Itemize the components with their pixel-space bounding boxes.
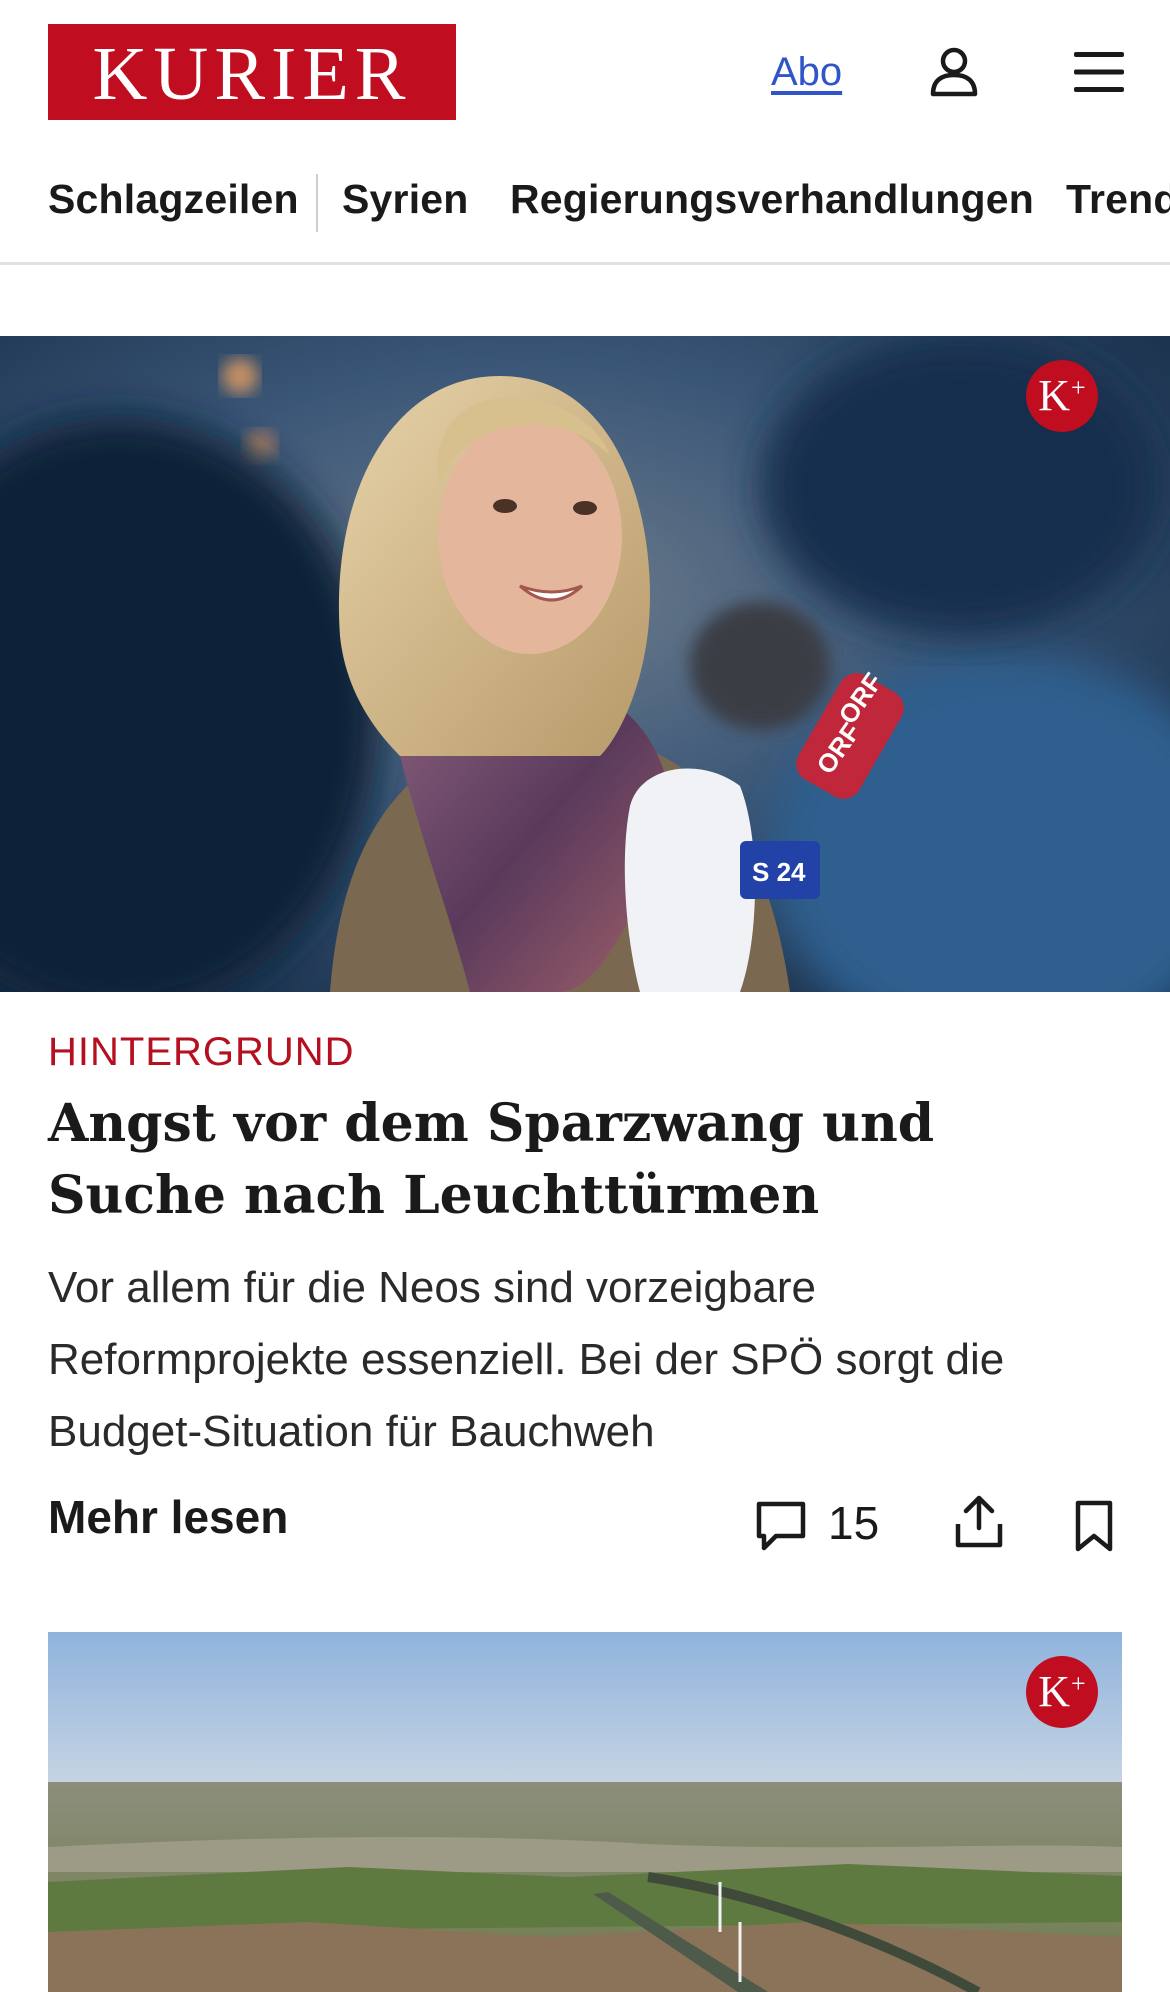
premium-badge-second: K + bbox=[1026, 1656, 1098, 1728]
hero-photo: ORF ORF S 24 bbox=[0, 336, 1170, 992]
logo-text: KURIER bbox=[92, 32, 412, 116]
second-article-image[interactable]: K + bbox=[48, 1632, 1122, 1992]
premium-badge-plus: + bbox=[1071, 1669, 1086, 1698]
kurier-logo[interactable]: KURIER bbox=[48, 24, 456, 120]
topic-navigation: Schlagzeilen Syrien Regierungsverhandlun… bbox=[0, 166, 1170, 265]
nav-item-regierungsverhandlungen[interactable]: Regierungsverhandlungen bbox=[510, 176, 1034, 223]
user-icon[interactable] bbox=[928, 46, 980, 98]
share-icon[interactable] bbox=[954, 1494, 1004, 1550]
hamburger-menu-icon[interactable] bbox=[1072, 50, 1126, 94]
comment-icon[interactable] bbox=[754, 1498, 808, 1552]
abo-link[interactable]: Abo bbox=[771, 50, 842, 95]
nav-item-schlagzeilen[interactable]: Schlagzeilen bbox=[48, 176, 299, 223]
premium-badge-plus: + bbox=[1071, 373, 1086, 402]
premium-badge-letter: K bbox=[1038, 371, 1071, 420]
article-kicker: HINTERGRUND bbox=[48, 1030, 355, 1074]
nav-item-trend[interactable]: Trend bbox=[1066, 176, 1170, 223]
premium-badge-letter: K bbox=[1038, 1667, 1071, 1716]
nav-item-syrien[interactable]: Syrien bbox=[342, 176, 469, 223]
nav-divider bbox=[316, 174, 318, 232]
article-hero-image[interactable]: ORF ORF S 24 K + bbox=[0, 336, 1170, 992]
comment-count[interactable]: 15 bbox=[828, 1496, 879, 1550]
site-header: KURIER Abo bbox=[0, 0, 1170, 146]
bookmark-icon[interactable] bbox=[1074, 1500, 1114, 1552]
mic-label-s24: S 24 bbox=[752, 857, 806, 887]
read-more-link[interactable]: Mehr lesen bbox=[48, 1490, 288, 1544]
premium-badge: K + bbox=[1026, 360, 1098, 432]
article-teaser[interactable]: Vor allem für die Neos sind vorzeigbare … bbox=[48, 1252, 1118, 1468]
aerial-landscape-photo bbox=[48, 1632, 1122, 1992]
article-headline[interactable]: Angst vor dem Sparzwang und Suche nach L… bbox=[48, 1088, 1108, 1232]
